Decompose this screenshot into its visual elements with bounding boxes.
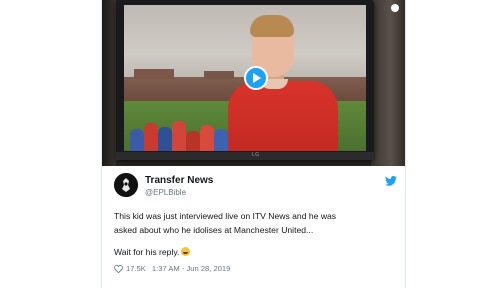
tears-of-joy-emoji-icon xyxy=(181,247,191,257)
tweet-media-video[interactable]: LG xyxy=(102,0,405,166)
tv-bezel xyxy=(116,152,374,160)
tweet-meta: 17.5K 1:37 AM - Jun 28, 2019 xyxy=(114,264,230,273)
page: LG Transfer News @EPLBible This kid was … xyxy=(0,0,480,288)
play-button[interactable] xyxy=(244,66,268,90)
scene-crowd xyxy=(126,101,236,151)
avatar[interactable] xyxy=(114,173,138,197)
user-handle[interactable]: @EPLBible xyxy=(145,188,186,197)
media-background-right xyxy=(371,0,405,166)
heart-icon[interactable] xyxy=(114,264,123,273)
like-count[interactable]: 17.5K xyxy=(126,264,146,273)
tweet-header: Transfer News @EPLBible xyxy=(114,172,397,202)
media-background-left xyxy=(102,0,116,166)
tweet-text: This kid was just interviewed live on IT… xyxy=(114,210,397,260)
tv-brand-logo: LG xyxy=(252,152,260,158)
tweet-text-line: Wait for his reply. xyxy=(114,247,180,258)
play-icon xyxy=(253,73,261,83)
twitter-bird-icon[interactable] xyxy=(385,176,397,186)
corner-logo-icon xyxy=(391,4,399,12)
tweet-text-line: asked about who he idolises at Mancheste… xyxy=(114,224,314,235)
tweet-text-line: This kid was just interviewed live on IT… xyxy=(114,211,337,221)
timestamp[interactable]: 1:37 AM - Jun 28, 2019 xyxy=(152,264,231,273)
tweet-text-reply-line: Wait for his reply. xyxy=(114,246,397,260)
display-name[interactable]: Transfer News xyxy=(145,175,213,186)
tweet-card[interactable]: LG Transfer News @EPLBible This kid was … xyxy=(101,0,406,288)
